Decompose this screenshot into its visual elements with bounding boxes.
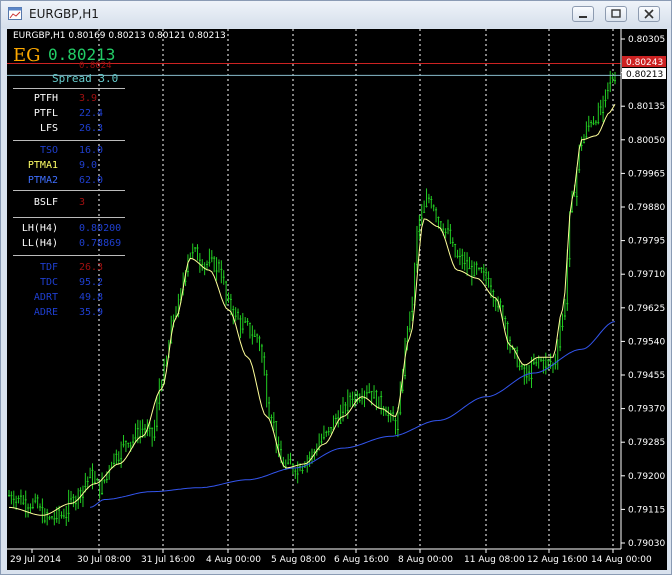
chart-window-icon [8, 7, 22, 20]
price-tick-label: 0.79965 [628, 169, 665, 179]
price-axis[interactable]: 0.803050.802200.801350.800500.799650.798… [621, 35, 665, 549]
price-tick-label: 0.79880 [628, 203, 665, 213]
price-tick-label: 0.79795 [628, 237, 665, 247]
chart-canvas[interactable]: 0.803050.802200.801350.800500.799650.798… [7, 29, 667, 570]
price-tick-label: 0.79625 [628, 304, 665, 314]
indicator-value: 16.0 [79, 145, 104, 156]
indicator-label: TDC [39, 277, 58, 288]
indicator-value: 3.9 [79, 93, 98, 104]
indicator-label: PTMA2 [27, 175, 58, 186]
indicator-label: LFS [39, 123, 58, 134]
indicator-value: 95.2 [79, 277, 104, 288]
price-tick-label: 0.79285 [628, 438, 665, 448]
restore-icon [611, 9, 621, 18]
chart-window: EURGBP,H1 0.803050.802200.801350.800500.… [0, 0, 672, 575]
indicator-label: BSLF [33, 197, 58, 208]
panel-separator [13, 88, 125, 89]
panel-separator [13, 190, 125, 191]
time-tick-label: 8 Aug 00:00 [398, 555, 453, 565]
eg-label: EG [13, 45, 41, 66]
price-tick-label: 0.79455 [628, 371, 665, 381]
window-title: EURGBP,H1 [29, 7, 99, 21]
price-tick-label: 0.80135 [628, 102, 665, 112]
indicator-value: 9.0 [79, 160, 98, 171]
panel-separator [13, 255, 125, 256]
ask-price-tag-label: 0.80243 [626, 58, 663, 68]
indicator-value: 35.9 [79, 307, 104, 318]
time-tick-label: 31 Jul 16:00 [141, 555, 195, 565]
close-icon [644, 9, 654, 19]
price-tick-label: 0.79115 [628, 505, 665, 515]
price-tick-label: 0.79540 [628, 337, 665, 347]
time-tick-label: 4 Aug 00:00 [206, 555, 261, 565]
title-bar[interactable]: EURGBP,H1 [1, 1, 671, 28]
time-tick-label: 14 Aug 00:00 [591, 555, 652, 565]
spread-label: Spread 3.0 [52, 72, 119, 85]
price-tick-label: 0.79200 [628, 472, 665, 482]
indicator-value: 0.80200 [79, 223, 122, 234]
time-tick-label: 11 Aug 08:00 [464, 555, 525, 565]
time-tick-label: 29 Jul 2014 [10, 555, 61, 565]
price-chart[interactable]: 0.803050.802200.801350.800500.799650.798… [7, 29, 667, 570]
time-tick-label: 30 Jul 08:00 [77, 555, 131, 565]
indicator-label: PTFH [33, 93, 58, 104]
maximize-button[interactable] [605, 6, 627, 22]
price-tick-label: 0.79710 [628, 270, 665, 280]
indicator-label: PTMA1 [27, 160, 58, 171]
close-button[interactable] [638, 6, 660, 22]
indicator-value: 22.4 [79, 108, 104, 119]
indicator-value: 0.78869 [79, 238, 122, 249]
indicator-label: PTFL [33, 108, 58, 119]
bid-price-tag-label: 0.80213 [626, 70, 663, 80]
indicator-value: 26.3 [79, 123, 104, 134]
minimize-icon [579, 16, 587, 18]
time-tick-label: 12 Aug 16:00 [527, 555, 588, 565]
price-tick-label: 0.80305 [628, 35, 665, 45]
indicator-label: ADRT [33, 292, 58, 303]
indicator-label: LL(H4) [21, 238, 58, 249]
indicator-label: LH(H4) [21, 223, 58, 234]
indicator-label: ADRE [33, 307, 58, 318]
sub-price: 0.8024 [79, 61, 112, 71]
price-tick-label: 0.79030 [628, 539, 665, 549]
panel-separator [13, 140, 125, 141]
time-axis[interactable]: 29 Jul 2014 30 Jul 08:00 31 Jul 16:00 4 Aug… [10, 549, 652, 565]
price-tick-label: 0.80050 [628, 136, 665, 146]
indicator-label: TDF [39, 262, 58, 273]
time-tick-label: 5 Aug 08:00 [271, 555, 326, 565]
indicator-label: TSO [39, 145, 58, 156]
symbol-info: EURGBP,H1 0.80169 0.80213 0.80121 0.8021… [13, 31, 226, 41]
indicator-value: 26.3 [79, 262, 104, 273]
price-tick-label: 0.79370 [628, 405, 665, 415]
minimize-button[interactable] [572, 6, 594, 22]
panel-separator [13, 217, 125, 218]
indicator-value: 49.8 [79, 292, 104, 303]
indicator-value: 3 [79, 197, 86, 208]
time-tick-label: 6 Aug 16:00 [334, 555, 389, 565]
indicator-value: 62.0 [79, 175, 104, 186]
